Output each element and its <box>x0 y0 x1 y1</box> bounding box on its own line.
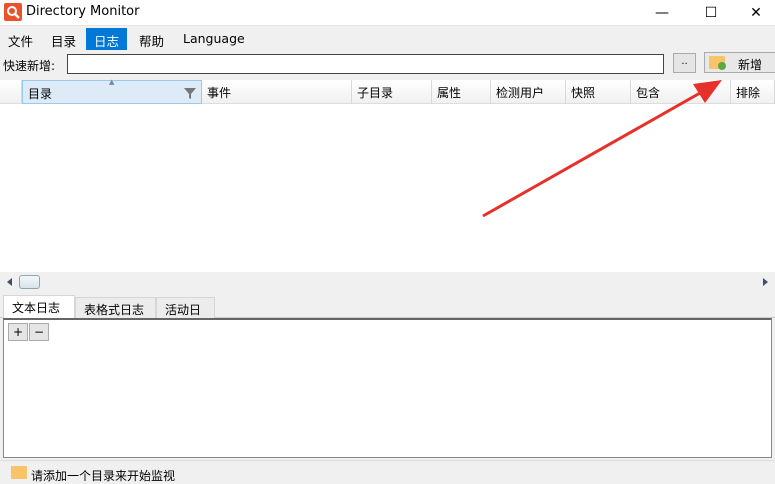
status-bar: 请添加一个目录来开始监视 <box>0 460 775 483</box>
column-exclude[interactable]: 排除 <box>731 80 775 104</box>
menu-file[interactable]: 文件 <box>0 28 41 50</box>
folder-icon <box>11 466 27 479</box>
grid-header: 目录 ▲ 事件 子目录 属性 检测用户 快照 包含 排除 <box>0 78 775 104</box>
tab-activity-log[interactable]: 活动日志 <box>156 297 215 334</box>
menu-help[interactable]: 帮助 <box>131 28 172 50</box>
scroll-thumb[interactable] <box>19 275 40 289</box>
column-snapshot[interactable]: 快照 <box>566 80 631 104</box>
collapse-button[interactable]: − <box>29 323 49 341</box>
status-text: 请添加一个目录来开始监视 <box>31 469 176 483</box>
window-title: Directory Monitor <box>26 4 140 19</box>
title-bar: Directory Monitor — ☐ ✕ <box>0 0 775 25</box>
quick-add-input[interactable] <box>67 54 664 74</box>
log-panel[interactable]: + − <box>3 318 772 458</box>
column-subdirectory[interactable]: 子目录 <box>352 80 432 104</box>
sort-ascending-icon: ▲ <box>109 78 115 86</box>
add-button[interactable]: 新增 <box>704 52 775 73</box>
horizontal-scrollbar[interactable] <box>0 272 775 291</box>
quick-add-label: 快速新增: <box>3 59 56 73</box>
directory-grid[interactable] <box>0 104 775 272</box>
scroll-left-icon[interactable] <box>7 278 13 286</box>
column-event[interactable]: 事件 <box>202 80 352 104</box>
column-label: 目录 <box>28 87 53 101</box>
column-include[interactable]: 包含 <box>631 80 731 104</box>
log-tabs: 文本日志 表格式日志 活动日志 <box>0 295 775 334</box>
maximize-button[interactable]: ☐ <box>688 0 734 25</box>
column-directory[interactable]: 目录 ▲ <box>22 78 202 104</box>
menu-bar: 文件 目录 日志 帮助 Language <box>0 25 775 50</box>
add-button-label: 新增 <box>738 58 763 72</box>
minimize-button[interactable]: — <box>639 0 685 25</box>
browse-button[interactable]: .. <box>673 53 696 73</box>
app-search-icon <box>4 3 22 21</box>
filter-icon[interactable] <box>183 87 197 100</box>
close-button[interactable]: ✕ <box>733 0 775 25</box>
menu-language[interactable]: Language <box>175 28 253 50</box>
plus-icon <box>718 62 726 70</box>
tab-text-log[interactable]: 文本日志 <box>3 295 75 318</box>
row-selector-header <box>0 80 22 104</box>
column-attributes[interactable]: 属性 <box>432 80 491 104</box>
menu-log[interactable]: 日志 <box>86 28 128 50</box>
column-detected-user[interactable]: 检测用户 <box>491 80 566 104</box>
scroll-right-icon[interactable] <box>763 278 769 286</box>
tab-table-log[interactable]: 表格式日志 <box>75 297 156 318</box>
menu-directory[interactable]: 目录 <box>43 28 84 50</box>
expand-button[interactable]: + <box>8 323 28 341</box>
